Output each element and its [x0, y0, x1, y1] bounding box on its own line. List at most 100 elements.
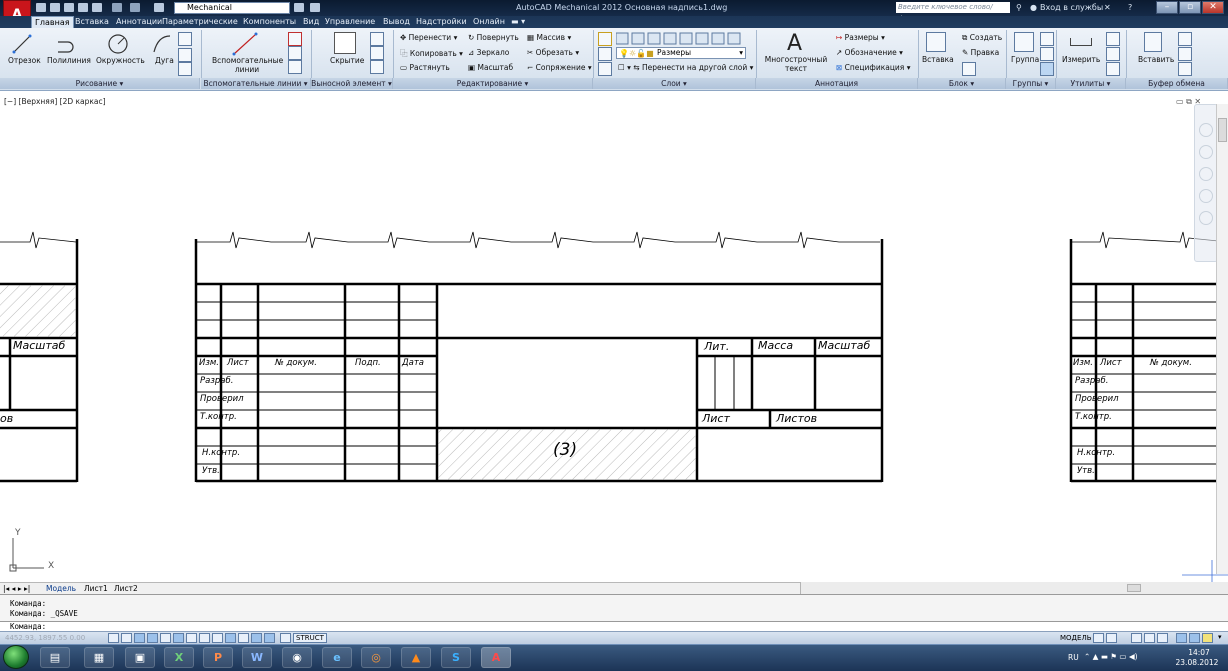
clipboard-panel-title[interactable]: Буфер обмена	[1126, 78, 1228, 89]
navigation-bar[interactable]	[1194, 104, 1218, 262]
construction-line-icon[interactable]	[178, 32, 192, 46]
tab-layout1[interactable]: Лист1	[84, 584, 108, 593]
print-icon[interactable]	[92, 3, 102, 12]
help-icon[interactable]: ?	[1128, 3, 1132, 12]
calculator-icon[interactable]	[1106, 47, 1120, 61]
status-menu-icon[interactable]: ▾	[1218, 633, 1222, 641]
annotation-visibility-icon[interactable]	[1144, 633, 1155, 643]
tab-parametric[interactable]: Параметрические	[159, 16, 241, 28]
group-button[interactable]: Группа	[1011, 55, 1039, 64]
firefox-taskbar-icon[interactable]: ◎	[361, 647, 391, 668]
stretch-button[interactable]: ▭ Растянуть	[400, 63, 450, 72]
explorer-taskbar-icon[interactable]: ▤	[40, 647, 70, 668]
copy-button[interactable]: ⿻ Копировать ▾	[400, 48, 463, 59]
language-indicator[interactable]: RU	[1068, 653, 1079, 662]
tab-output[interactable]: Вывод	[380, 16, 413, 28]
arc-button[interactable]: Дуга	[155, 56, 174, 65]
model-space-button[interactable]: МОДЕЛЬ	[1060, 634, 1092, 642]
tab-addins[interactable]: Надстройки	[413, 16, 470, 28]
rotate-button[interactable]: ↻ Повернуть	[468, 33, 519, 42]
qp-toggle[interactable]	[264, 633, 275, 643]
grid-toggle[interactable]	[134, 633, 145, 643]
layer-select[interactable]: 💡☼🔓■ Размеры ▾	[616, 47, 746, 59]
maximize-button[interactable]: ▫	[1179, 1, 1201, 14]
isolate-objects-icon[interactable]	[1202, 633, 1213, 643]
osnap-toggle[interactable]	[173, 633, 184, 643]
toolbar-lock-icon[interactable]	[1176, 633, 1187, 643]
view-icon[interactable]	[370, 60, 384, 74]
dyn-toggle[interactable]	[225, 633, 236, 643]
vertical-scrollbar[interactable]	[1216, 104, 1228, 574]
aux-lines-button[interactable]: Вспомогательные линии	[212, 56, 283, 74]
line-button[interactable]: Отрезок	[8, 56, 41, 65]
tab-online[interactable]: Онлайн	[470, 16, 508, 28]
tab-view[interactable]: Вид	[300, 16, 322, 28]
autocad-taskbar-icon[interactable]: A	[481, 647, 511, 668]
tab-annotate[interactable]: Аннотации	[113, 16, 165, 28]
start-button[interactable]	[3, 645, 29, 669]
tab-manage[interactable]: Управление	[322, 16, 378, 28]
measure-button[interactable]: Измерить	[1062, 55, 1100, 64]
polar-toggle[interactable]	[160, 633, 171, 643]
steering-wheel-icon[interactable]	[1199, 123, 1213, 137]
section-icon[interactable]	[370, 46, 384, 60]
edit-block-button[interactable]: ✎ Правка	[962, 48, 999, 57]
zoom-icon[interactable]	[1199, 167, 1213, 181]
polyline-button[interactable]: Полилиния	[47, 56, 91, 65]
hscroll-thumb[interactable]	[1127, 584, 1141, 592]
paste-button[interactable]: Вставить	[1138, 55, 1174, 64]
insert-block-button[interactable]: Вставка	[922, 55, 954, 64]
utils-panel-title[interactable]: Утилиты ▾	[1056, 78, 1126, 89]
move-button[interactable]: ✥ Перенести ▾	[400, 33, 457, 42]
quick-select-icon[interactable]	[1106, 32, 1120, 46]
binoculars-icon[interactable]: ⚲	[1016, 3, 1022, 12]
signin-link[interactable]: Вход в службы	[1040, 3, 1103, 12]
callout-panel-title[interactable]: Выносной элемент ▾	[311, 78, 393, 89]
undo-icon[interactable]	[112, 3, 122, 12]
rectangle-icon[interactable]	[178, 48, 192, 62]
qa-dropdown-icon[interactable]	[310, 3, 320, 12]
showmotion-icon[interactable]	[1199, 211, 1213, 225]
word-taskbar-icon[interactable]: W	[242, 647, 272, 668]
aux-grid-icon[interactable]	[288, 46, 302, 60]
block-attr-icon[interactable]	[962, 62, 976, 76]
point-id-icon[interactable]	[1106, 62, 1120, 76]
spec-button[interactable]: ⊠ Спецификация ▾	[836, 63, 910, 72]
tab-components[interactable]: Компоненты	[240, 16, 299, 28]
mtext-button[interactable]: Многострочный текст	[764, 55, 828, 73]
redo-icon[interactable]	[130, 3, 140, 12]
clock-time[interactable]: 14:07	[1178, 648, 1220, 657]
draw-panel-title[interactable]: Рисование ▾	[0, 78, 200, 89]
transparency-toggle[interactable]	[251, 633, 262, 643]
horizontal-scrollbar[interactable]	[800, 582, 1228, 594]
save-as-icon[interactable]	[78, 3, 88, 12]
scrollbar-thumb[interactable]	[1218, 118, 1227, 142]
mirror-button[interactable]: ⊿ Зеркало	[468, 48, 509, 57]
otrack-toggle[interactable]	[199, 633, 210, 643]
struct-toggle[interactable]: STRUCT	[293, 633, 327, 643]
tab-extra-icon[interactable]: ▬ ▾	[508, 16, 528, 28]
hide-button[interactable]: Скрытие	[330, 56, 364, 65]
layer-state-icon[interactable]	[598, 47, 612, 61]
layer-tool-icon[interactable]	[294, 3, 304, 12]
fillet-button[interactable]: ⌐ Сопряжение ▾	[527, 63, 592, 72]
exchange-icon[interactable]: ✕	[1104, 3, 1111, 12]
scale-button[interactable]: ▣ Масштаб	[468, 63, 513, 72]
layer-match-icon[interactable]	[598, 62, 612, 76]
minimize-button[interactable]: –	[1156, 1, 1178, 14]
trim-button[interactable]: ✂ Обрезать ▾	[527, 48, 579, 57]
excel-taskbar-icon[interactable]: X	[164, 647, 194, 668]
open-file-icon[interactable]	[50, 3, 60, 12]
match-prop-icon[interactable]	[1178, 62, 1192, 76]
tab-insert[interactable]: Вставка	[72, 16, 112, 28]
layers-panel-title[interactable]: Слои ▾	[593, 78, 756, 89]
new-file-icon[interactable]	[36, 3, 46, 12]
orbit-icon[interactable]	[1199, 189, 1213, 203]
workspace-icon[interactable]	[154, 3, 164, 12]
modify-panel-title[interactable]: Редактирование ▾	[393, 78, 593, 89]
workspace-select[interactable]: Mechanical	[174, 2, 290, 14]
annotation-panel-title[interactable]: Аннотация	[756, 78, 918, 89]
block-panel-title[interactable]: Блок ▾	[918, 78, 1006, 89]
clock-date[interactable]: 23.08.2012	[1174, 658, 1220, 667]
aux-erase-icon[interactable]	[288, 60, 302, 74]
